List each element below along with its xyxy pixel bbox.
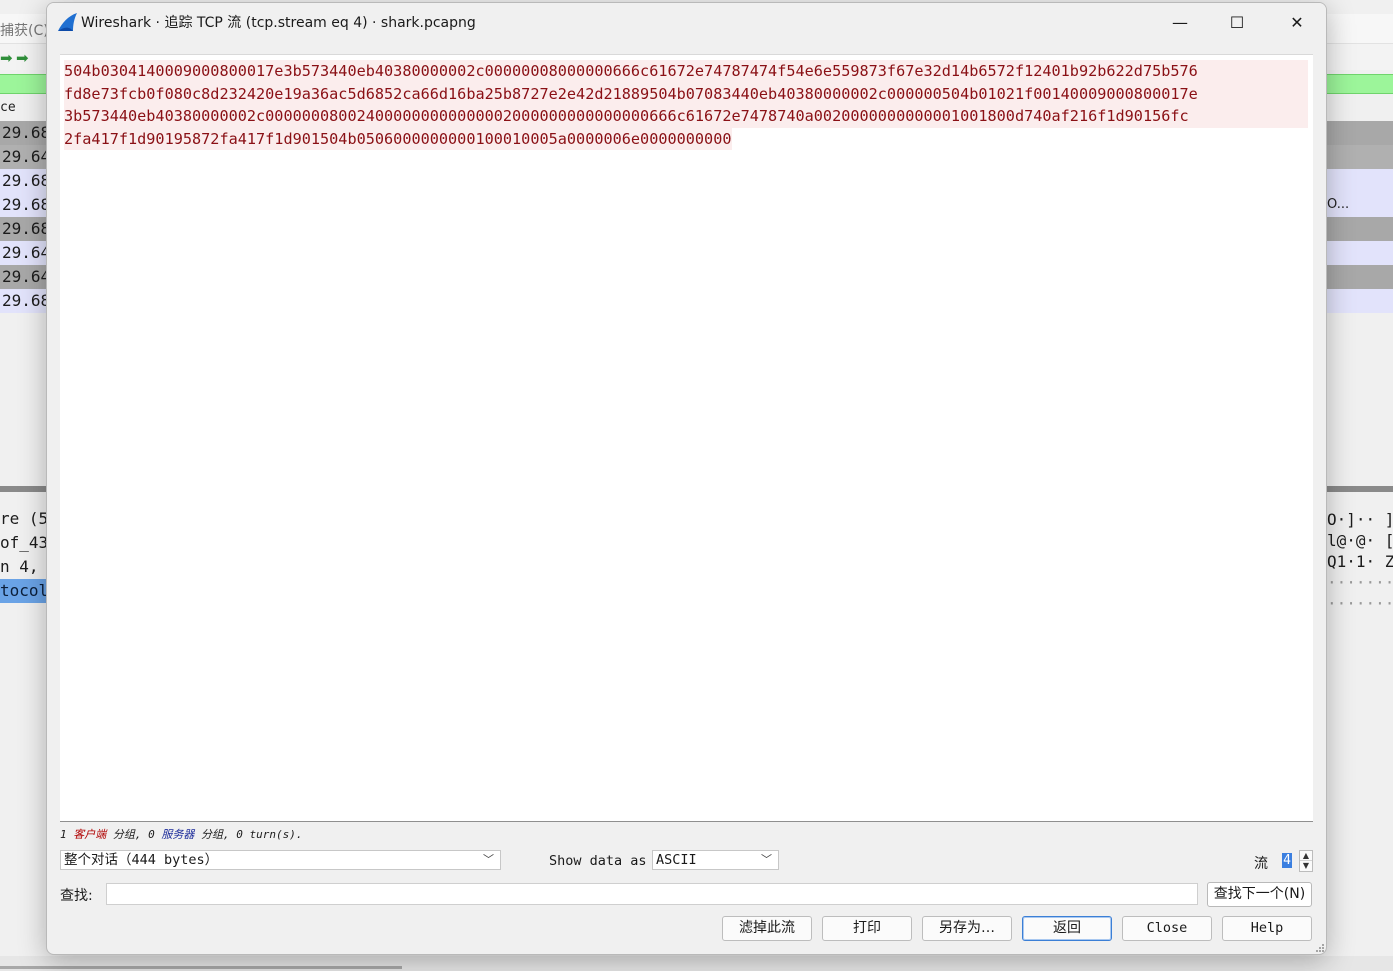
packet-row-right[interactable]	[1327, 145, 1393, 169]
packet-row-right[interactable]	[1327, 289, 1393, 313]
resize-grip-icon[interactable]	[1315, 943, 1324, 952]
show-data-label: Show data as	[549, 853, 647, 869]
client-data-line: 504b0304140009000800017e3b573440eb403800…	[64, 60, 1308, 83]
show-data-as-select[interactable]: ASCII ﹀	[652, 850, 779, 870]
find-input[interactable]	[106, 883, 1198, 905]
stream-number-input[interactable]: 4	[1276, 852, 1298, 870]
hex-ascii-row: Q1·1· Z	[1327, 552, 1393, 571]
client-label: 客户端	[73, 828, 107, 841]
detail-row[interactable]: of_43	[0, 531, 46, 555]
stream-number-value: 4	[1282, 853, 1292, 868]
status-progress	[0, 966, 402, 969]
server-label: 服务器	[161, 828, 195, 841]
conversation-select[interactable]: 整个对话（444 bytes） ﹀	[60, 850, 501, 870]
packet-row-right[interactable]	[1327, 265, 1393, 289]
show-data-as-value: ASCII	[656, 852, 697, 868]
forward-arrow-icon[interactable]: ➡	[16, 49, 29, 67]
save-as-button[interactable]: 另存为…	[922, 916, 1012, 941]
packets-label: 分组,	[112, 828, 142, 841]
find-next-button[interactable]: 查找下一个(N)	[1207, 882, 1312, 907]
stream-content-pane[interactable]: 504b0304140009000800017e3b573440eb403800…	[60, 54, 1313, 822]
hex-ascii-row: O·]·· ]	[1327, 510, 1393, 529]
maximize-button[interactable]: ☐	[1208, 3, 1266, 41]
follow-tcp-stream-dialog: Wireshark · 追踪 TCP 流 (tcp.stream eq 4) ·…	[46, 2, 1327, 955]
filter-out-stream-button[interactable]: 滤掉此流	[722, 916, 812, 941]
find-label: 查找:	[60, 888, 93, 904]
window-title: Wireshark · 追踪 TCP 流 (tcp.stream eq 4) ·…	[81, 15, 476, 31]
hex-ascii-row: ·······	[1327, 594, 1393, 613]
spin-down-icon[interactable]: ▼	[1300, 861, 1312, 871]
back-arrow-icon[interactable]: ➡	[0, 49, 13, 67]
turns-count: 0 turn(s).	[236, 828, 303, 841]
packet-row[interactable]: 29.68	[0, 193, 46, 217]
stream-number-spinbox[interactable]: 4 ▲ ▼	[1276, 850, 1313, 872]
stream-text[interactable]: 504b0304140009000800017e3b573440eb403800…	[64, 60, 1308, 150]
column-header-source[interactable]: ce	[0, 100, 16, 115]
packet-row[interactable]: 29.64	[0, 265, 46, 289]
menu-capture[interactable]: 捕获(C)	[0, 20, 49, 40]
pane-splitter[interactable]	[0, 486, 46, 492]
back-button[interactable]: 返回	[1022, 916, 1112, 941]
packet-row[interactable]: 29.68	[0, 169, 46, 193]
pane-splitter[interactable]	[1327, 486, 1393, 492]
help-button[interactable]: Help	[1222, 916, 1312, 941]
minimize-button[interactable]: —	[1151, 3, 1209, 41]
packets-label: 分组,	[201, 828, 230, 841]
stream-statistics: 1 客户端 分组, 0 服务器 分组, 0 turn(s).	[60, 826, 302, 842]
chevron-down-icon: ﹀	[483, 853, 494, 866]
client-packet-count: 1	[60, 828, 67, 841]
packet-row-right[interactable]	[1327, 217, 1393, 241]
client-data-line: 3b573440eb40380000002c000000080024000000…	[64, 105, 1308, 128]
client-data-line: 2fa417f1d90195872fa417f1d901504b05060000…	[64, 127, 732, 150]
server-packet-count: 0	[148, 828, 155, 841]
conversation-select-value: 整个对话（444 bytes）	[64, 852, 219, 868]
spin-up-icon[interactable]: ▲	[1300, 851, 1312, 861]
detail-row[interactable]: re (5	[0, 507, 46, 531]
packet-row-right[interactable]	[1327, 241, 1393, 265]
packet-row[interactable]: 29.68	[0, 289, 46, 313]
wireshark-fin-icon	[58, 13, 77, 31]
packet-row[interactable]: 29.68	[0, 121, 46, 145]
packet-row[interactable]: 29.64	[0, 241, 46, 265]
print-button[interactable]: 打印	[822, 916, 912, 941]
hex-ascii-row: l@·@· [	[1327, 531, 1393, 550]
title-bar[interactable]: Wireshark · 追踪 TCP 流 (tcp.stream eq 4) ·…	[47, 3, 1326, 41]
chevron-down-icon: ﹀	[761, 853, 772, 866]
spin-buttons: ▲ ▼	[1299, 850, 1313, 872]
packet-row-right[interactable]	[1327, 169, 1393, 193]
detail-row[interactable]: n 4,	[0, 555, 46, 579]
stream-number-label: 流	[1254, 856, 1268, 872]
client-data-line: fd8e73fcb0f080c8d232420e19a36ac5d6852ca6…	[64, 82, 1308, 105]
packet-info-text[interactable]: O...	[1327, 193, 1393, 217]
close-button[interactable]: Close	[1122, 916, 1212, 941]
detail-row-selected[interactable]: tocol	[0, 579, 46, 603]
packet-row[interactable]: 29.64	[0, 145, 46, 169]
packet-row-right[interactable]	[1327, 121, 1393, 145]
close-window-button[interactable]: ✕	[1268, 3, 1326, 41]
hex-ascii-row: ·······	[1327, 573, 1393, 592]
packet-row[interactable]: 29.68	[0, 217, 46, 241]
